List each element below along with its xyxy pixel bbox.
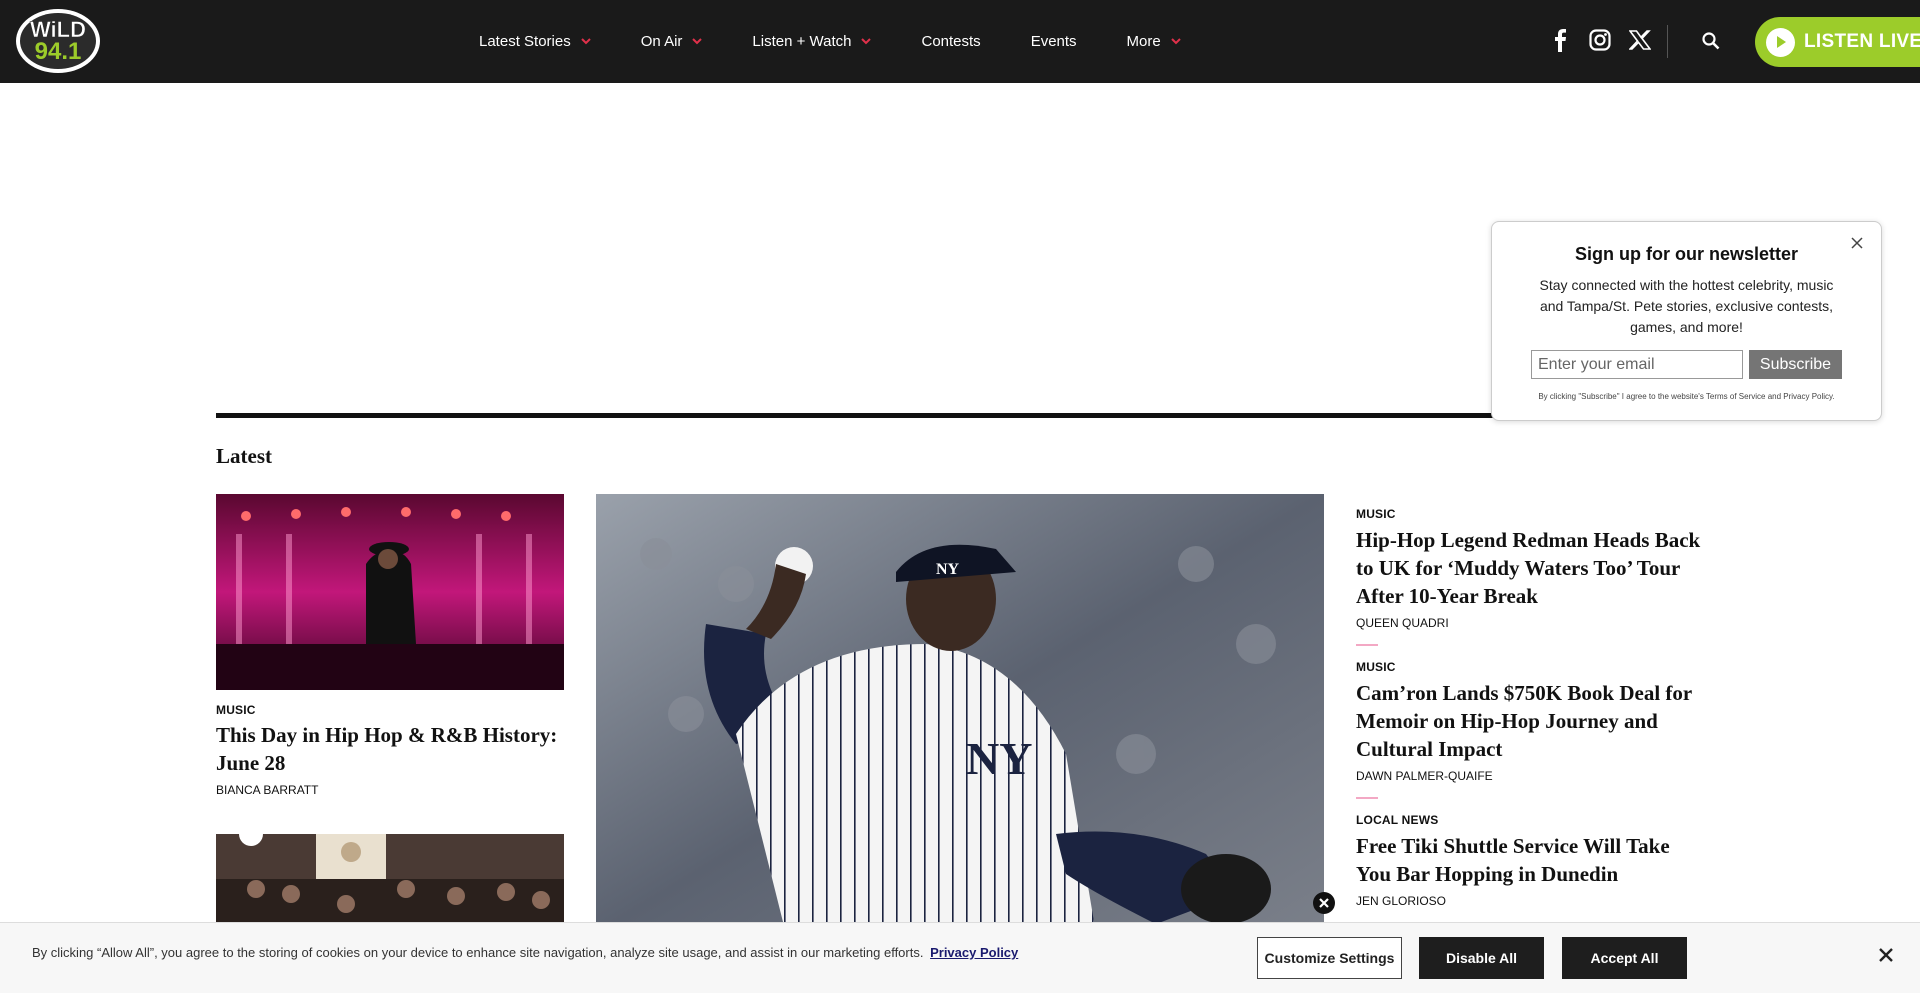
nav-listen-watch[interactable]: Listen + Watch [752,33,872,50]
header-divider [1667,25,1668,58]
nav-contests[interactable]: Contests [921,33,980,50]
station-logo[interactable]: WiLD 94.1 [14,7,102,75]
newsletter-title: Sign up for our newsletter [1574,244,1798,264]
svg-text:NY: NY [966,733,1032,784]
social-links [1548,28,1668,52]
nav-label: On Air [640,33,683,50]
close-icon[interactable] [1878,947,1896,965]
nav-label: Listen + Watch [752,33,852,50]
nav-events[interactable]: Events [1031,33,1077,50]
latest-list: MUSIC Hip-Hop Legend Redman Heads Back t… [1356,507,1706,922]
disable-all-button[interactable]: Disable All [1419,937,1544,979]
list-item[interactable]: MUSIC Hip-Hop Legend Redman Heads Back t… [1356,507,1706,630]
list-item[interactable]: LOCAL NEWS Free Tiki Shuttle Service Wil… [1356,813,1706,908]
chevron-down-icon [861,38,872,45]
chevron-down-icon [581,38,591,45]
accept-all-button[interactable]: Accept All [1562,937,1687,979]
play-icon [1766,27,1795,57]
site-header: WiLD 94.1 Latest Stories On Air Listen +… [0,0,1920,83]
privacy-policy-link[interactable]: Privacy Policy [930,945,1018,960]
section-title: Latest [216,444,272,468]
facebook-icon[interactable] [1548,28,1572,52]
nav-latest-stories[interactable]: Latest Stories [479,33,591,50]
nav-label: Events [1030,33,1077,50]
newsletter-popup: Sign up for our newsletter Stay connecte… [1491,221,1882,421]
chevron-down-icon [692,38,703,45]
newsletter-form: Subscribe [1492,350,1881,379]
svg-text:NY: NY [936,561,960,578]
svg-text:94.1: 94.1 [35,38,82,65]
cookie-banner: By clicking “Allow All”, you agree to th… [0,922,1920,993]
nav-label: Latest Stories [479,33,571,50]
newsletter-description: Stay connected with the hottest celebrit… [1539,277,1834,335]
x-icon[interactable] [1628,28,1652,52]
listen-live-button[interactable]: LISTEN LIVE [1755,17,1920,67]
chevron-down-icon [1171,38,1181,45]
subscribe-button[interactable]: Subscribe [1749,350,1842,379]
story-author: QUEEN QUADRI [1356,616,1449,630]
nav-label: Contests [921,33,981,50]
customize-settings-button[interactable]: Customize Settings [1257,937,1402,979]
story-image-concert[interactable] [216,494,564,690]
story-author: JEN GLORIOSO [1356,894,1447,908]
email-field[interactable] [1531,350,1743,379]
cookie-message: By clicking “Allow All”, you agree to th… [32,945,924,960]
story-author: BIANCA BARRATT [216,783,319,797]
close-icon[interactable] [1313,892,1335,914]
list-separator [1356,644,1378,646]
story-category: MUSIC [1356,660,1396,674]
cookie-message-wrap: By clicking “Allow All”, you agree to th… [32,945,1018,960]
search-icon[interactable] [1698,28,1724,54]
main-nav: Latest Stories On Air Listen + Watch Con… [479,0,1231,83]
nav-more[interactable]: More [1127,33,1181,50]
story-image-crowd[interactable] [216,834,564,934]
story-headline[interactable]: Hip-Hop Legend Redman Heads Back to UK f… [1356,526,1706,610]
story-category: LOCAL NEWS [1356,813,1439,827]
listen-live-label: LISTEN LIVE [1804,31,1920,52]
story-headline[interactable]: Free Tiki Shuttle Service Will Take You … [1356,832,1706,888]
story-category: MUSIC [216,703,256,717]
nav-label: More [1126,33,1161,50]
story-category: MUSIC [1356,507,1396,521]
nav-on-air[interactable]: On Air [641,33,703,50]
instagram-icon[interactable] [1588,28,1612,52]
story-author: DAWN PALMER-QUAIFE [1356,769,1493,783]
list-item[interactable]: MUSIC Cam’ron Lands $750K Book Deal for … [1356,660,1706,783]
story-headline[interactable]: Cam’ron Lands $750K Book Deal for Memoir… [1356,679,1706,763]
featured-story-image[interactable]: NY NY [596,494,1324,934]
list-separator [1356,797,1378,799]
close-icon[interactable] [1849,236,1865,252]
story-headline[interactable]: This Day in Hip Hop & R&B History: June … [216,721,564,777]
section-divider [216,413,1704,418]
newsletter-legal: By clicking "Subscribe" I agree to the w… [1538,392,1835,401]
story-card[interactable]: MUSIC This Day in Hip Hop & R&B History:… [216,703,564,797]
